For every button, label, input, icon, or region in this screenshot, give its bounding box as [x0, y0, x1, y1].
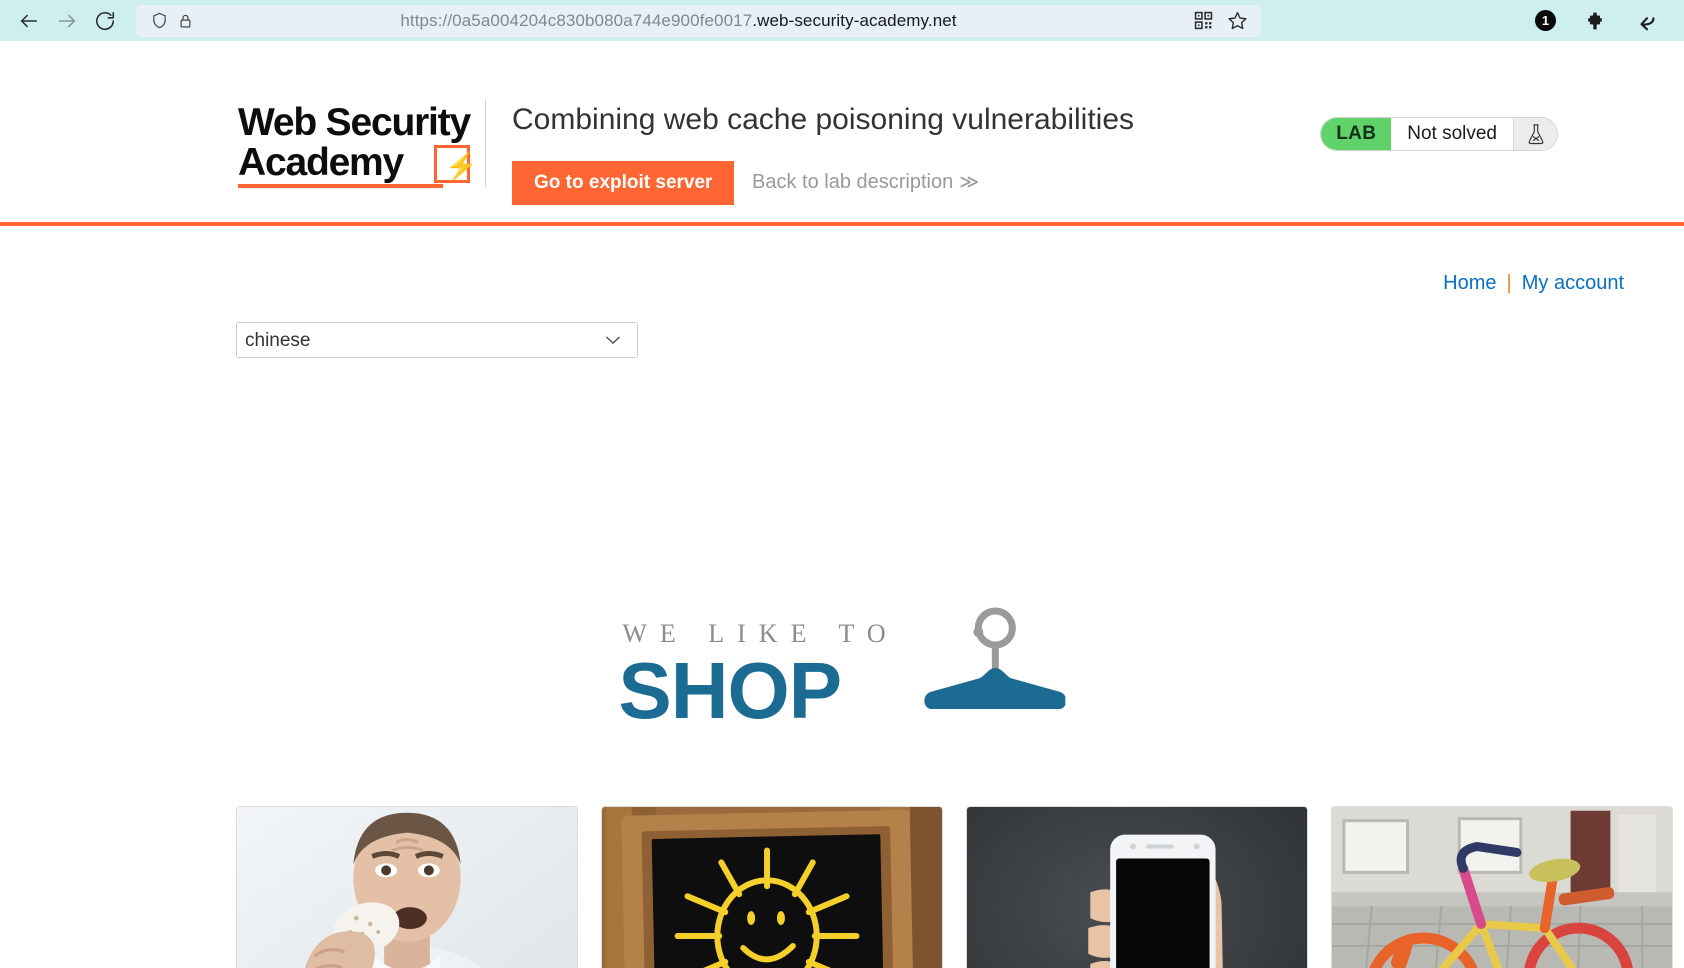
reload-button[interactable]	[86, 5, 124, 37]
shop-logo-word: SHOP	[618, 646, 842, 735]
back-to-lab-description-link[interactable]: Back to lab description ≫	[752, 171, 979, 194]
puzzle-piece-icon[interactable]	[1582, 8, 1608, 34]
page-title: Combining web cache poisoning vulnerabil…	[512, 103, 1135, 136]
status-badge: LAB Not solved	[1320, 117, 1558, 151]
lab-tag-label: LAB	[1321, 118, 1392, 150]
header-divider	[485, 99, 486, 187]
shop-logo-tagline: WE LIKE TO	[622, 619, 899, 648]
flask-icon	[1513, 118, 1557, 150]
shop-nav-links: Home | My account	[1443, 272, 1624, 295]
web-security-academy-logo[interactable]: Web Security Academy ⚡	[238, 101, 477, 188]
lab-status-label: Not solved	[1391, 118, 1513, 150]
bookmark-star-icon[interactable]	[1223, 7, 1251, 35]
browser-extensions-area: 1	[1535, 8, 1674, 34]
product-card: Mood Enhancer ★ ★ ★ ★ ★ $52.59 bbbbbBBBB…	[601, 806, 943, 968]
qr-code-icon[interactable]	[1189, 7, 1217, 35]
my-account-link[interactable]: My account	[1522, 272, 1624, 294]
lab-header: Web Security Academy ⚡ Combining web cac…	[0, 41, 1684, 222]
coat-hanger-icon	[921, 606, 1067, 723]
home-link[interactable]: Home	[1443, 272, 1496, 294]
product-image-hydrated-crackers[interactable]	[236, 806, 578, 968]
forward-button[interactable]	[48, 5, 86, 37]
product-image-com-tool[interactable]	[966, 806, 1308, 968]
undo-arrow-icon[interactable]	[1634, 8, 1660, 34]
shop-logo: WE LIKE TO SHOP	[618, 606, 1067, 735]
shop-main: Home | My account chinese WE LIKE TO SHOP	[0, 226, 1684, 968]
go-to-exploit-server-button[interactable]: Go to exploit server	[512, 161, 735, 205]
address-bar[interactable]: https://0a5a004204c830b080a744e900fe0017…	[136, 4, 1261, 37]
back-button[interactable]	[10, 5, 48, 37]
back-link-label: Back to lab description	[752, 171, 954, 193]
notification-count-badge[interactable]: 1	[1535, 10, 1556, 31]
browser-toolbar: https://0a5a004204c830b080a744e900fe0017…	[0, 0, 1684, 41]
url-text: https://0a5a004204c830b080a744e900fe0017…	[400, 10, 957, 30]
product-card: High-End Gift Wrapping ★ ★ ★ ★ ★ $96.52 …	[1331, 806, 1673, 968]
logo-underline	[238, 184, 443, 188]
chevron-right-icon: ≫	[959, 172, 980, 193]
product-image-high-end-gift-wrapping[interactable]	[1331, 806, 1673, 968]
language-select[interactable]: chinese	[236, 322, 638, 358]
product-grid: Hydrated Crackers ★ ★ ★ ★ ★ $21.75 bbbbb…	[236, 806, 1673, 968]
burp-bolt-icon: ⚡	[434, 145, 477, 183]
product-card: Com-Tool ★ ★ ★ ★ ★ $65.81 bbbbbBBBBB	[966, 806, 1308, 968]
logo-line-1: Web Security	[238, 101, 471, 144]
product-card: Hydrated Crackers ★ ★ ★ ★ ★ $21.75 bbbbb…	[236, 806, 578, 968]
product-image-mood-enhancer[interactable]	[601, 806, 943, 968]
nav-separator: |	[1506, 272, 1512, 294]
